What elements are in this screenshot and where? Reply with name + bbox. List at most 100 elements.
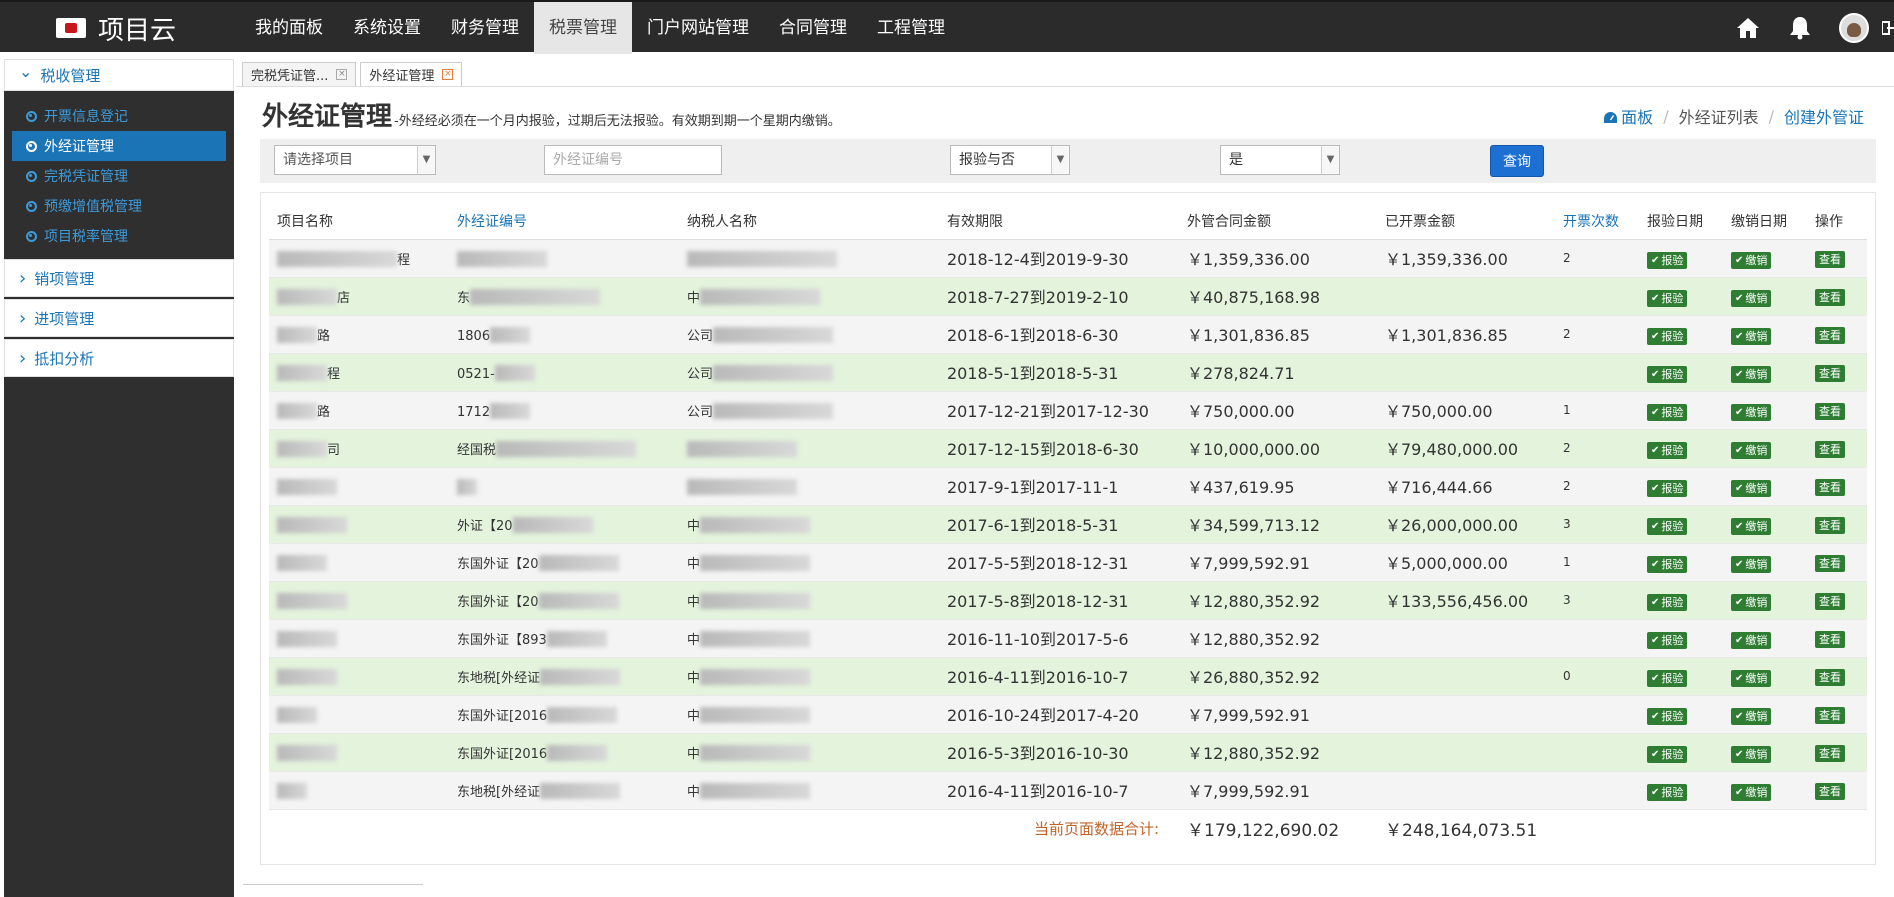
cancel-button[interactable]: ✔ 缴销 xyxy=(1731,631,1772,649)
menu-item-1[interactable]: 系统设置 xyxy=(338,2,436,54)
view-button[interactable]: 查看 xyxy=(1815,782,1845,800)
cancel-button[interactable]: ✔ 缴销 xyxy=(1731,365,1772,383)
sidebar-group-3[interactable]: › 抵扣分析 xyxy=(4,339,234,377)
menu-item-3[interactable]: 税票管理 xyxy=(534,2,632,54)
table-row[interactable]: 东地税[外经证中 2016-4-11到2016-10-7 ￥7,999,592.91… xyxy=(269,771,1867,810)
table-row[interactable]: 东国外证【893 中 2016-11-10到2017-5-6 ￥12,880,352.… xyxy=(269,619,1867,658)
cancel-button[interactable]: ✔ 缴销 xyxy=(1731,327,1772,345)
brand[interactable]: 项目云 xyxy=(56,8,176,48)
inspect-button[interactable]: ✔ 报验 xyxy=(1647,783,1688,801)
sidebar-group-1[interactable]: › 销项管理 xyxy=(4,259,234,297)
bell-icon[interactable] xyxy=(1787,15,1813,41)
inspect-button[interactable]: ✔ 报验 xyxy=(1647,593,1688,611)
view-button[interactable]: 查看 xyxy=(1815,288,1845,306)
inspect-button[interactable]: ✔ 报验 xyxy=(1647,555,1688,573)
table-row[interactable]: 程 2018-12-4到2019-9-30 ￥1,359,336.00 ￥1,359,… xyxy=(269,239,1867,278)
main-menu: 我的面板 系统设置 财务管理 税票管理 门户网站管理 合同管理 工程管理 xyxy=(240,2,960,54)
inspect-button[interactable]: ✔ 报验 xyxy=(1647,365,1688,383)
close-icon[interactable]: × xyxy=(442,69,454,80)
view-button[interactable]: 查看 xyxy=(1815,706,1845,724)
table-row[interactable]: 东国外证【20 中 2017-5-5到2018-12-31 ￥7,999,592.91… xyxy=(269,543,1867,582)
table-row[interactable]: 店东中 2018-7-27到2019-2-10 ￥40,875,168.98 ✔ 报验 ✔… xyxy=(269,277,1867,316)
sidebar-item-3[interactable]: 预缴增值税管理 xyxy=(12,191,226,221)
menu-item-5[interactable]: 合同管理 xyxy=(764,2,862,54)
cancel-button[interactable]: ✔ 缴销 xyxy=(1731,441,1772,459)
cancel-button[interactable]: ✔ 缴销 xyxy=(1731,783,1772,801)
table-row[interactable]: 2017-9-1到2017-11-1 ￥437,619.95 ￥716,444.66… xyxy=(269,467,1867,506)
avatar[interactable] xyxy=(1839,13,1869,43)
view-button[interactable]: 查看 xyxy=(1815,744,1845,762)
logout-icon[interactable] xyxy=(1882,15,1894,41)
table-row[interactable]: 东国外证【20 中 2017-5-8到2018-12-31 ￥12,880,352.9… xyxy=(269,581,1867,620)
cert-number-input[interactable] xyxy=(544,145,722,175)
inspect-button[interactable]: ✔ 报验 xyxy=(1647,745,1688,763)
view-button[interactable]: 查看 xyxy=(1815,516,1845,534)
sidebar-group-0[interactable]: ⌄ 税收管理 xyxy=(4,59,234,91)
close-icon[interactable]: × xyxy=(336,69,348,80)
column-header-6[interactable]: 开票次数 xyxy=(1555,203,1639,240)
column-header-1[interactable]: 外经证编号 xyxy=(449,203,679,240)
query-button[interactable]: 查询 xyxy=(1490,145,1544,177)
inspect-button[interactable]: ✔ 报验 xyxy=(1647,631,1688,649)
check-icon: ✔ xyxy=(1735,558,1744,570)
table-row[interactable]: 路 1712 公司 2017-12-21到2017-12-30 ￥750,000.00 ￥… xyxy=(269,391,1867,430)
breadcrumb-create[interactable]: 创建外管证 xyxy=(1784,104,1864,128)
view-button[interactable]: 查看 xyxy=(1815,250,1845,268)
cancel-button[interactable]: ✔ 缴销 xyxy=(1731,517,1772,535)
cancel-button[interactable]: ✔ 缴销 xyxy=(1731,251,1772,269)
cancel-button[interactable]: ✔ 缴销 xyxy=(1731,555,1772,573)
check-icon: ✔ xyxy=(1735,254,1744,266)
cancel-button[interactable]: ✔ 缴销 xyxy=(1731,669,1772,687)
menu-item-6[interactable]: 工程管理 xyxy=(862,2,960,54)
view-button[interactable]: 查看 xyxy=(1815,554,1845,572)
view-button[interactable]: 查看 xyxy=(1815,592,1845,610)
inspect-button[interactable]: ✔ 报验 xyxy=(1647,479,1688,497)
view-button[interactable]: 查看 xyxy=(1815,668,1845,686)
cancel-button[interactable]: ✔ 缴销 xyxy=(1731,745,1772,763)
menu-item-2[interactable]: 财务管理 xyxy=(436,2,534,54)
inspect-button[interactable]: ✔ 报验 xyxy=(1647,403,1688,421)
inspected-select[interactable]: 报验与否 ▼ xyxy=(950,145,1070,175)
table-row[interactable]: 东地税[外经证中 2016-4-11到2016-10-7 ￥26,880,352.9… xyxy=(269,657,1867,696)
view-button[interactable]: 查看 xyxy=(1815,630,1845,648)
menu-item-4[interactable]: 门户网站管理 xyxy=(632,2,764,54)
cancel-button[interactable]: ✔ 缴销 xyxy=(1731,707,1772,725)
cell-invoiced-amount xyxy=(1377,619,1555,658)
table-row[interactable]: 司经国税 2017-12-15到2018-6-30 ￥10,000,000.00 ￥7… xyxy=(269,429,1867,468)
project-select[interactable]: 请选择项目 ▼ xyxy=(274,145,436,175)
view-button[interactable]: 查看 xyxy=(1815,364,1845,382)
inspect-button[interactable]: ✔ 报验 xyxy=(1647,517,1688,535)
sidebar-item-0[interactable]: 开票信息登记 xyxy=(12,101,226,131)
table-row[interactable]: 东国外证[2016 中 2016-10-24到2017-4-20 ￥7,999,592… xyxy=(269,695,1867,734)
view-button[interactable]: 查看 xyxy=(1815,402,1845,420)
sidebar-item-4[interactable]: 项目税率管理 xyxy=(12,221,226,251)
cancel-button[interactable]: ✔ 缴销 xyxy=(1731,403,1772,421)
inspect-button[interactable]: ✔ 报验 xyxy=(1647,707,1688,725)
table-row[interactable]: 路 1806 公司 2018-6-1到2018-6-30 ￥1,301,836.85 ￥1… xyxy=(269,315,1867,354)
inspect-button[interactable]: ✔ 报验 xyxy=(1647,289,1688,307)
home-icon[interactable] xyxy=(1735,15,1761,41)
cancel-button[interactable]: ✔ 缴销 xyxy=(1731,479,1772,497)
inspect-button[interactable]: ✔ 报验 xyxy=(1647,441,1688,459)
inspect-button[interactable]: ✔ 报验 xyxy=(1647,327,1688,345)
sidebar-item-2[interactable]: 完税凭证管理 xyxy=(12,161,226,191)
view-button[interactable]: 查看 xyxy=(1815,440,1845,458)
view-button[interactable]: 查看 xyxy=(1815,478,1845,496)
cancel-button[interactable]: ✔ 缴销 xyxy=(1731,289,1772,307)
view-button[interactable]: 查看 xyxy=(1815,326,1845,344)
menu-item-0[interactable]: 我的面板 xyxy=(240,2,338,54)
table-row[interactable]: 程 0521- 公司 2018-5-1到2018-5-31 ￥278,824.71 ✔ 报验… xyxy=(269,353,1867,392)
tab-1[interactable]: 外经证管理 × xyxy=(360,62,463,86)
table-row[interactable]: 外证【20 中 2017-6-1到2018-5-31 ￥34,599,713.12 ￥2… xyxy=(269,505,1867,544)
inspect-button[interactable]: ✔ 报验 xyxy=(1647,251,1688,269)
inspect-button[interactable]: ✔ 报验 xyxy=(1647,669,1688,687)
yes-select[interactable]: 是 ▼ xyxy=(1220,145,1340,175)
table-row[interactable]: 东国外证[2016 中 2016-5-3到2016-10-30 ￥12,880,352… xyxy=(269,733,1867,772)
cell-taxpayer: 公司 xyxy=(679,391,939,430)
cancel-button[interactable]: ✔ 缴销 xyxy=(1731,593,1772,611)
sidebar-item-1[interactable]: 外经证管理 xyxy=(12,131,226,161)
breadcrumb-dashboard[interactable]: 面板 xyxy=(1603,104,1653,128)
sidebar-group-2[interactable]: › 进项管理 xyxy=(4,299,234,337)
breadcrumb-list[interactable]: 外经证列表 xyxy=(1679,104,1759,128)
tab-0[interactable]: 完税凭证管... × xyxy=(242,62,357,86)
